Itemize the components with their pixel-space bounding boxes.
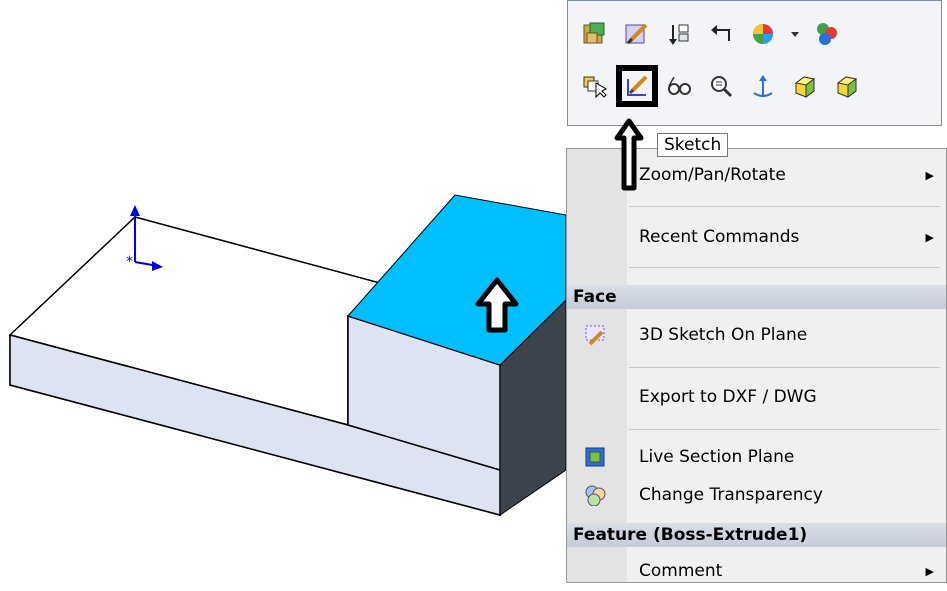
submenu-arrow-icon: ▶ (925, 564, 934, 578)
menu-separator (629, 267, 940, 268)
color-balls-icon (817, 23, 837, 45)
rollback-icon (669, 24, 689, 45)
sketch-3d-icon (583, 323, 607, 347)
toolbar-row-1 (578, 17, 844, 51)
menu-separator (629, 206, 940, 207)
menu-item-label: Comment (639, 561, 723, 581)
menu-item-label: Live Section Plane (639, 447, 795, 467)
select-other-icon (583, 76, 608, 99)
view-box-button-2[interactable] (830, 69, 864, 103)
toolbar-row-2 (578, 65, 864, 107)
menu-section-face: Face (567, 285, 946, 309)
section-plane-icon (583, 445, 607, 469)
menu-item-label: Recent Commands (639, 227, 800, 247)
tooltip: Sketch (657, 133, 729, 157)
normal-to-button[interactable] (746, 69, 780, 103)
scene-button[interactable] (810, 17, 844, 51)
box-icon (836, 76, 858, 98)
box-icon (794, 76, 816, 98)
select-other-button[interactable] (578, 69, 612, 103)
submenu-arrow-icon: ▶ (925, 168, 934, 182)
menu-item-recent-commands[interactable]: Recent Commands ▶ (567, 217, 946, 257)
menu-item-label: 3D Sketch On Plane (639, 325, 808, 345)
appearance-button[interactable] (746, 17, 780, 51)
context-menu: Zoom/Pan/Rotate ▶ Recent Commands ▶ Face… (566, 148, 947, 583)
rollback-button[interactable] (662, 17, 696, 51)
menu-section-feature: Feature (Boss-Extrude1) (567, 523, 946, 547)
undo-icon (711, 25, 730, 41)
menu-item-label: Change Transparency (639, 485, 823, 505)
normal-to-icon (753, 75, 773, 97)
edit-feature-button[interactable] (620, 17, 654, 51)
dropdown-icon (791, 32, 799, 37)
sketch-icon (627, 75, 648, 96)
undo-button[interactable] (704, 17, 738, 51)
materials-icon (583, 22, 605, 44)
zoom-to-selection-button[interactable] (704, 69, 738, 103)
menu-separator (629, 367, 940, 368)
sketch-button[interactable] (616, 65, 658, 107)
appearance-icon (753, 24, 773, 44)
hide-show-icon (668, 76, 691, 95)
menu-item-live-section-plane[interactable]: Live Section Plane (567, 437, 946, 477)
menu-item-change-transparency[interactable]: Change Transparency (567, 475, 946, 515)
menu-separator (629, 429, 940, 430)
menu-item-label: Zoom/Pan/Rotate (639, 165, 786, 185)
menu-item-comment[interactable]: Comment ▶ (567, 551, 946, 591)
menu-item-label: Export to DXF / DWG (639, 387, 817, 407)
arrow-up-callout-icon (614, 118, 644, 191)
menu-icon-gutter (567, 149, 627, 582)
appearance-dropdown-button[interactable] (788, 17, 802, 51)
menu-item-export-dxf-dwg[interactable]: Export to DXF / DWG (567, 377, 946, 417)
menu-item-3d-sketch-on-plane[interactable]: 3D Sketch On Plane (567, 315, 946, 355)
svg-text:*: * (126, 254, 133, 270)
context-toolbar (567, 0, 942, 126)
transparency-icon (583, 483, 607, 507)
edit-icon (625, 23, 648, 45)
materials-button[interactable] (578, 17, 612, 51)
hide-show-button[interactable] (662, 69, 696, 103)
submenu-arrow-icon: ▶ (925, 230, 934, 244)
view-box-button-1[interactable] (788, 69, 822, 103)
zoom-to-selection-icon (711, 76, 733, 98)
